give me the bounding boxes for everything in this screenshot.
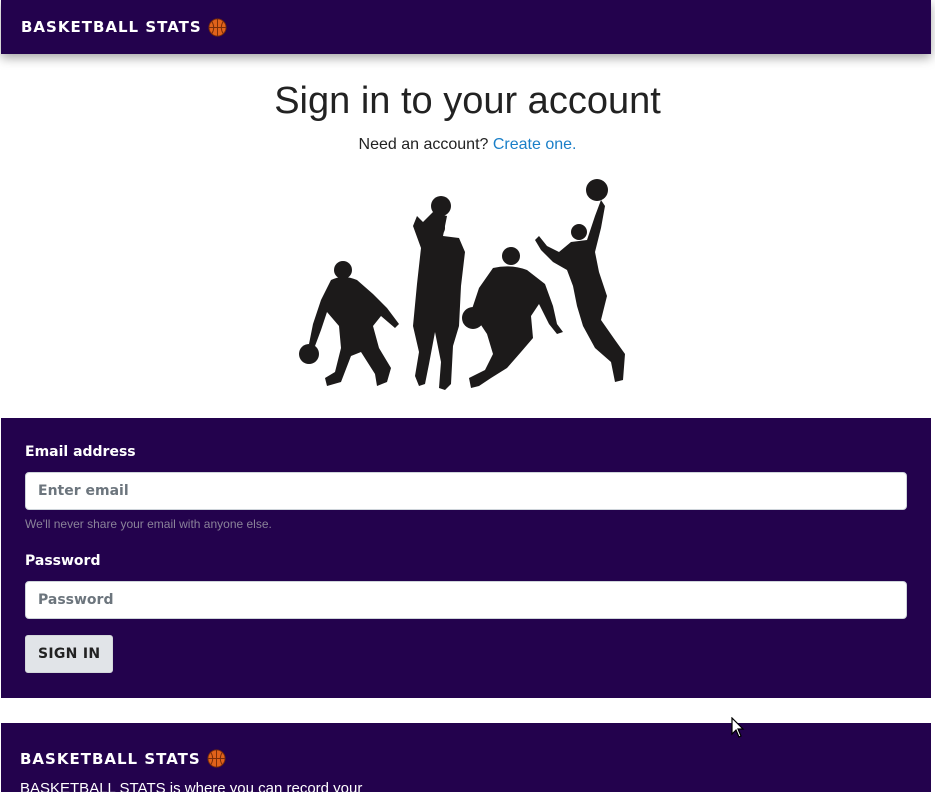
brand-name: BASKETBALL STATS — [21, 18, 202, 36]
footer-brand-link[interactable]: BASKETBALL STATS — [20, 749, 912, 768]
basketball-players-image — [299, 179, 625, 390]
signup-prompt-text: Need an account? — [358, 136, 489, 153]
signup-prompt: Need an account? Create one. — [0, 136, 935, 154]
page: BASKETBALL STATS Sign in to your account… — [0, 0, 935, 792]
mouse-cursor-icon — [731, 717, 745, 738]
signin-form: Email address We'll never share your ema… — [1, 418, 931, 698]
navbar: BASKETBALL STATS — [1, 0, 931, 54]
footer-description: BASKETBALL STATS is where you can record… — [20, 780, 363, 792]
email-label: Email address — [25, 444, 136, 460]
brand-link[interactable]: BASKETBALL STATS — [21, 17, 227, 37]
basketball-icon — [208, 17, 227, 37]
footer: BASKETBALL STATS BASKETBALL STATS is whe… — [1, 723, 931, 792]
signin-button[interactable]: SIGN IN — [25, 635, 114, 673]
password-group: Password — [25, 553, 907, 619]
create-account-link[interactable]: Create one. — [493, 136, 577, 153]
page-title: Sign in to your account — [274, 80, 661, 122]
email-help-text: We'll never share your email with anyone… — [25, 517, 272, 531]
basketball-icon — [207, 749, 226, 768]
footer-brand-name: BASKETBALL STATS — [20, 749, 201, 768]
email-input[interactable] — [25, 472, 907, 510]
password-label: Password — [25, 553, 101, 569]
password-input[interactable] — [25, 581, 907, 619]
